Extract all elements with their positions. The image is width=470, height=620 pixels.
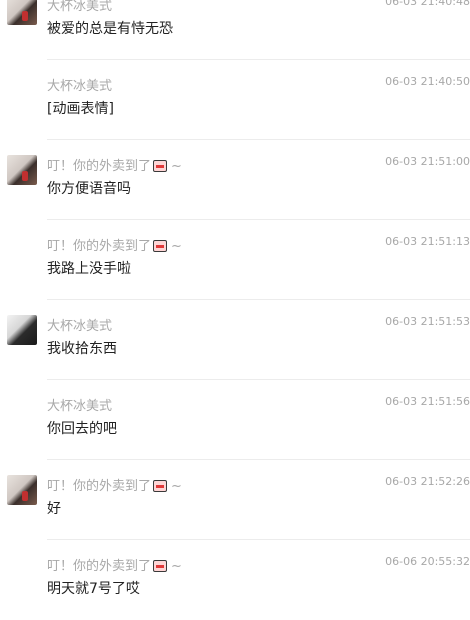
message-text: 我路上没手啦 [47, 261, 131, 277]
chat-message-list: 大杯冰美式 06-03 21:40:48 被爱的总是有恃无恐 大杯冰美式 06-… [0, 0, 470, 620]
message-timestamp: 06-03 21:40:50 [385, 75, 470, 88]
message-timestamp: 06-03 21:40:48 [385, 0, 470, 8]
message-text: 好 [47, 501, 61, 517]
sender-name: 叮！你的外卖到了 ~ [47, 239, 182, 254]
takeout-box-icon [153, 160, 168, 172]
avatar[interactable] [7, 155, 37, 185]
sender-tilde: ~ [171, 479, 182, 494]
message-timestamp: 06-03 21:51:53 [385, 315, 470, 328]
sender-name: 叮！你的外卖到了 ~ [47, 479, 182, 494]
message-timestamp: 06-03 21:52:26 [385, 475, 470, 488]
sender-tilde: ~ [171, 159, 182, 174]
sender-name: 大杯冰美式 [47, 399, 113, 414]
sender-name: 大杯冰美式 [47, 319, 113, 334]
takeout-box-icon [153, 480, 168, 492]
sender-name: 叮！你的外卖到了 ~ [47, 559, 182, 574]
chat-message[interactable]: 大杯冰美式 06-03 21:40:50 [动画表情] [0, 60, 470, 140]
sender-name: 大杯冰美式 [47, 0, 113, 14]
chat-message[interactable]: 叮！你的外卖到了 ~ 06-03 21:51:00 你方便语音吗 [0, 140, 470, 220]
chat-message[interactable]: 叮！你的外卖到了 ~ 06-06 20:55:32 明天就7号了哎 [0, 540, 470, 620]
sender-tilde: ~ [171, 239, 182, 254]
chat-message[interactable]: 大杯冰美式 06-03 21:51:53 我收拾东西 [0, 300, 470, 380]
sender-tilde: ~ [171, 559, 182, 574]
message-timestamp: 06-06 20:55:32 [385, 555, 470, 568]
avatar[interactable] [7, 0, 37, 25]
chat-message[interactable]: 大杯冰美式 06-03 21:51:56 你回去的吧 [0, 380, 470, 460]
sender-name: 大杯冰美式 [47, 79, 113, 94]
message-text: 你方便语音吗 [47, 181, 131, 197]
sender-name: 叮！你的外卖到了 ~ [47, 159, 182, 174]
avatar[interactable] [7, 475, 37, 505]
message-text: [动画表情] [47, 101, 114, 117]
chat-message[interactable]: 大杯冰美式 06-03 21:40:48 被爱的总是有恃无恐 [0, 0, 470, 60]
message-timestamp: 06-03 21:51:00 [385, 155, 470, 168]
message-timestamp: 06-03 21:51:13 [385, 235, 470, 248]
avatar[interactable] [7, 315, 37, 345]
chat-message[interactable]: 叮！你的外卖到了 ~ 06-03 21:51:13 我路上没手啦 [0, 220, 470, 300]
message-timestamp: 06-03 21:51:56 [385, 395, 470, 408]
takeout-box-icon [153, 560, 168, 572]
message-text: 被爱的总是有恃无恐 [47, 21, 173, 37]
message-text: 你回去的吧 [47, 421, 117, 437]
takeout-box-icon [153, 240, 168, 252]
message-text: 明天就7号了哎 [47, 581, 140, 597]
message-text: 我收拾东西 [47, 341, 117, 357]
chat-message[interactable]: 叮！你的外卖到了 ~ 06-03 21:52:26 好 [0, 460, 470, 540]
